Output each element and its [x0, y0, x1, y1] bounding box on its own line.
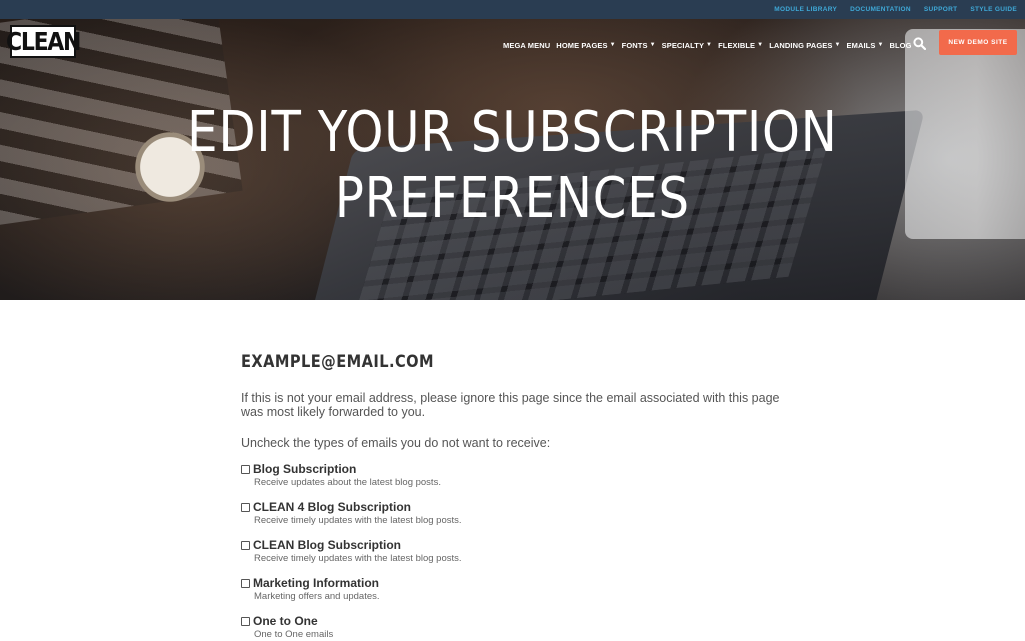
page-title: EDIT YOUR SUBSCRIPTION PREFERENCES	[72, 100, 954, 232]
nav-item-emails[interactable]: EMAILS ▼	[847, 41, 884, 50]
nav-label: BLOG	[889, 40, 912, 50]
chevron-down-icon: ▼	[877, 42, 884, 48]
preference-checkbox[interactable]	[241, 464, 250, 474]
chevron-down-icon: ▼	[834, 42, 841, 48]
nav-label: HOME PAGES	[556, 40, 608, 50]
preference-list: Blog Subscription Receive updates about …	[241, 462, 801, 640]
preference-checkbox[interactable]	[241, 616, 250, 626]
preference-item: Blog Subscription Receive updates about …	[241, 462, 801, 488]
nav-item-landing-pages[interactable]: LANDING PAGES ▼	[769, 41, 840, 50]
nav-label: SPECIALTY	[661, 40, 705, 50]
nav-item-mega-menu[interactable]: MEGA MENU	[503, 41, 550, 50]
preference-name[interactable]: Marketing Information	[253, 576, 379, 590]
utility-link-documentation[interactable]: DOCUMENTATION	[850, 6, 911, 13]
utility-link-style-guide[interactable]: STYLE GUIDE	[970, 6, 1017, 13]
nav-label: LANDING PAGES	[769, 40, 833, 50]
utility-link-module-library[interactable]: MODULE LIBRARY	[774, 6, 837, 13]
preference-description: Marketing offers and updates.	[254, 591, 380, 602]
nav-item-home-pages[interactable]: HOME PAGES ▼	[556, 41, 615, 50]
nav-item-fonts[interactable]: FONTS ▼	[622, 41, 656, 50]
new-demo-site-button[interactable]: NEW DEMO SITE	[939, 30, 1017, 55]
page-title-line-1: EDIT YOUR SUBSCRIPTION	[187, 100, 838, 165]
preference-name[interactable]: CLEAN Blog Subscription	[253, 538, 401, 552]
site-logo[interactable]: CLEAN	[6, 25, 81, 58]
utility-link-support[interactable]: SUPPORT	[924, 6, 958, 13]
notice-text: If this is not your email address, pleas…	[241, 391, 780, 419]
preference-checkbox[interactable]	[241, 540, 250, 550]
nav-item-flexible[interactable]: FLEXIBLE ▼	[718, 41, 763, 50]
nav-item-specialty[interactable]: SPECIALTY ▼	[662, 41, 712, 50]
chevron-down-icon: ▼	[609, 42, 616, 48]
page-title-line-2: PREFERENCES	[334, 166, 690, 231]
preference-checkbox[interactable]	[241, 502, 250, 512]
preference-item: CLEAN 4 Blog Subscription Receive timely…	[241, 500, 801, 526]
preference-name[interactable]: Blog Subscription	[253, 462, 356, 476]
logo-text: CLEAN	[5, 27, 81, 56]
nav-label: FLEXIBLE	[718, 40, 756, 50]
nav-label: FONTS	[621, 40, 648, 50]
search-icon[interactable]	[913, 37, 927, 51]
email-heading: EXAMPLE@EMAIL.COM	[241, 352, 434, 372]
chevron-down-icon: ▼	[649, 42, 656, 48]
instruction-text: Uncheck the types of emails you do not w…	[241, 436, 551, 450]
preference-checkbox[interactable]	[241, 578, 250, 588]
subscription-preferences: EXAMPLE@EMAIL.COM If this is not your em…	[241, 352, 801, 641]
main-nav: MEGA MENU HOME PAGES ▼ FONTS ▼ SPECIALTY…	[503, 39, 912, 51]
preference-description: One to One emails	[254, 629, 334, 640]
utility-bar: MODULE LIBRARY DOCUMENTATION SUPPORT STY…	[0, 0, 1025, 19]
preference-name[interactable]: CLEAN 4 Blog Subscription	[253, 500, 411, 514]
preference-item: Marketing Information Marketing offers a…	[241, 576, 801, 602]
preference-item: One to One One to One emails	[241, 614, 801, 640]
nav-item-blog[interactable]: BLOG	[889, 41, 911, 50]
nav-label: EMAILS	[846, 40, 876, 50]
preference-name[interactable]: One to One	[253, 614, 318, 628]
preference-description: Receive timely updates with the latest b…	[254, 553, 462, 564]
chevron-down-icon: ▼	[757, 42, 764, 48]
preference-item: CLEAN Blog Subscription Receive timely u…	[241, 538, 801, 564]
chevron-down-icon: ▼	[706, 42, 713, 48]
preference-description: Receive updates about the latest blog po…	[254, 477, 441, 488]
preference-description: Receive timely updates with the latest b…	[254, 515, 462, 526]
nav-label: MEGA MENU	[503, 40, 551, 50]
